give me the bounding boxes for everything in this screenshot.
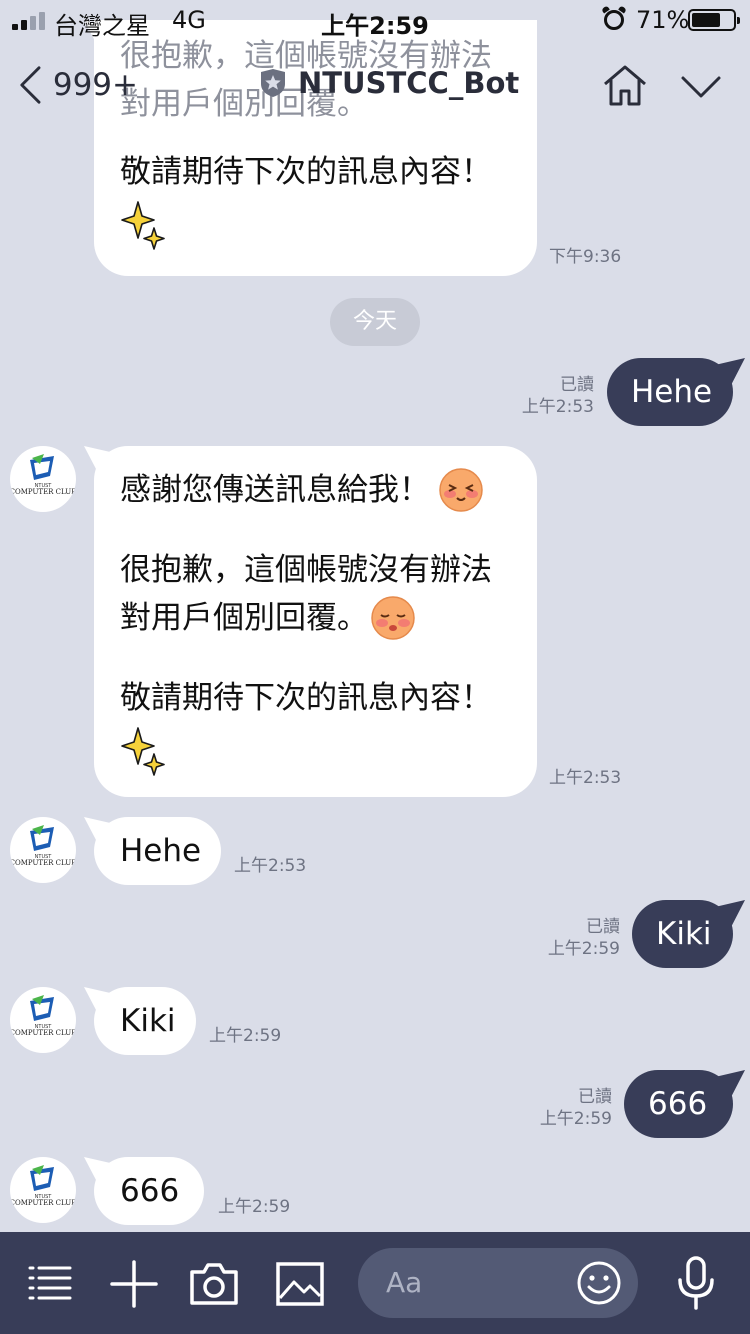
timestamp: 上午2:59 [209, 1026, 282, 1046]
message-bubble-incoming[interactable]: 666 [94, 1157, 204, 1225]
message-input-bar: Aa [0, 1232, 750, 1334]
plus-icon[interactable] [110, 1260, 158, 1308]
status-bar: 台灣之星 4G 上午2:59 71% [0, 0, 750, 40]
image-icon[interactable] [276, 1262, 324, 1306]
sparkles-emoji-icon [121, 201, 165, 250]
menu-icon[interactable] [28, 1264, 72, 1302]
message-line: 對用戶個別回覆。 [120, 594, 511, 642]
computer-club-logo-icon: NTUST COMPUTER CLUB [10, 825, 76, 867]
day-separator: 今天 [330, 298, 420, 346]
logo-text: COMPUTER CLUB [10, 488, 76, 496]
message-text: 對用戶個別回覆。 [120, 600, 368, 636]
avatar[interactable]: NTUST COMPUTER CLUB [10, 446, 76, 512]
chat-area[interactable]: 很抱歉，這個帳號沒有辦法 對用戶個別回覆。 敬請期待下次的訊息內容！ 下午9:3… [0, 0, 750, 1232]
input-placeholder: Aa [386, 1266, 423, 1299]
message-text: 敬請期待下次的訊息內容！ [120, 154, 492, 190]
chat-title[interactable]: NTUSTCC_Bot [258, 66, 519, 100]
alarm-icon [604, 10, 624, 30]
camera-icon[interactable] [189, 1262, 239, 1306]
message-bubble-outgoing[interactable]: 666 [624, 1070, 733, 1138]
timestamp: 上午2:59 [218, 1197, 291, 1217]
back-button[interactable]: 999+ [18, 62, 138, 108]
logo-text: COMPUTER CLUB [10, 859, 76, 867]
message-bubble-incoming[interactable]: 感謝您傳送訊息給我！ 很抱歉，這個帳號沒有辦法 對用戶個別回覆。 敬請期待下次的… [94, 446, 537, 797]
smiley-icon[interactable] [576, 1260, 622, 1306]
page-title: NTUSTCC_Bot [298, 66, 520, 100]
message-bubble-outgoing[interactable]: Kiki [632, 900, 733, 968]
sparkles-emoji-icon [121, 727, 165, 776]
logo-text: COMPUTER CLUB [10, 1029, 76, 1037]
read-receipt: 已讀 [578, 1087, 612, 1107]
message-text: 很抱歉，這個帳號沒有辦法 [120, 552, 492, 588]
avatar[interactable]: NTUST COMPUTER CLUB [10, 987, 76, 1053]
blushing-face-emoji-icon [439, 468, 483, 512]
timestamp: 上午2:59 [539, 1109, 612, 1129]
logo-text: COMPUTER CLUB [10, 1199, 76, 1207]
message-bubble-incoming[interactable]: Kiki [94, 987, 196, 1055]
message-bubble-incoming[interactable]: Hehe [94, 817, 221, 885]
timestamp: 上午2:59 [547, 939, 620, 959]
computer-club-logo-icon: NTUST COMPUTER CLUB [10, 995, 76, 1037]
message-input[interactable]: Aa [358, 1248, 638, 1318]
chat-header: 999+ NTUSTCC_Bot [0, 40, 750, 128]
message-line: 感謝您傳送訊息給我！ [120, 466, 511, 514]
message-text: 敬請期待下次的訊息內容！ [120, 680, 492, 716]
chevron-left-icon [20, 66, 41, 104]
home-icon[interactable] [602, 64, 648, 106]
read-receipt: 已讀 [560, 375, 594, 395]
microphone-icon[interactable] [676, 1256, 716, 1312]
chevron-down-icon[interactable] [680, 74, 722, 100]
computer-club-logo-icon: NTUST COMPUTER CLUB [10, 1165, 76, 1207]
computer-club-logo-icon: NTUST COMPUTER CLUB [10, 454, 76, 496]
read-receipt: 已讀 [586, 917, 620, 937]
timestamp: 下午9:36 [549, 247, 622, 267]
timestamp: 上午2:53 [549, 768, 622, 788]
timestamp: 上午2:53 [521, 397, 594, 417]
timestamp: 上午2:53 [234, 856, 307, 876]
avatar[interactable]: NTUST COMPUTER CLUB [10, 1157, 76, 1223]
avatar[interactable]: NTUST COMPUTER CLUB [10, 817, 76, 883]
battery-icon [688, 9, 740, 31]
unread-count: 999+ [52, 67, 138, 103]
message-text: 感謝您傳送訊息給我！ [120, 472, 430, 508]
sad-face-emoji-icon [371, 596, 415, 640]
battery-percent: 71% [636, 6, 690, 34]
star-badge-icon [261, 69, 285, 97]
message-bubble-outgoing[interactable]: Hehe [607, 358, 733, 426]
